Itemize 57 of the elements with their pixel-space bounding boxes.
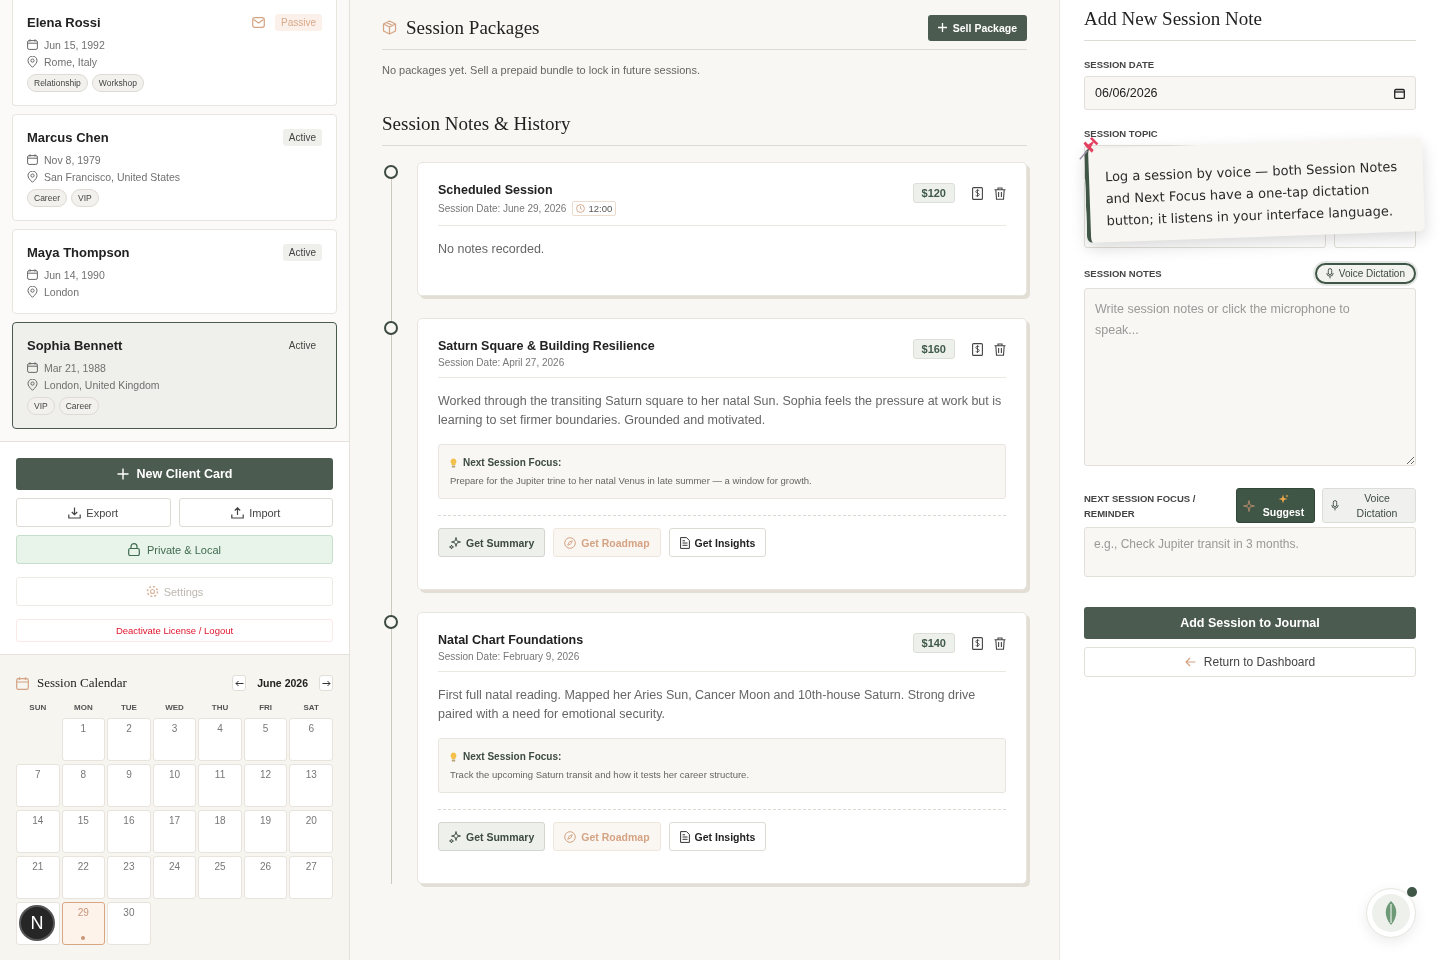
birth-date: Nov 8, 1979	[44, 153, 101, 166]
session-date: Session Date: February 9, 2026	[438, 651, 580, 662]
section-title: Session Packages	[406, 16, 540, 39]
client-tag: Workshop	[91, 74, 144, 92]
birth-date: Mar 21, 1988	[44, 361, 106, 374]
session-notes: First full natal reading. Mapped her Aries Sun, Cancer Moon and 10th-house Saturn. Strong drive paired with a need for emotional security.	[438, 687, 977, 723]
focus-text: Track the upcoming Saturn transit and how it tests her career structure.	[450, 769, 751, 780]
weekday-label: SUN	[28, 703, 48, 712]
client-location: Rome, Italy	[44, 55, 98, 68]
session-price: $160	[912, 339, 955, 359]
client-tag: Career	[27, 189, 67, 207]
focus-label: Next Session Focus:	[463, 457, 562, 468]
field-label: SESSION NOTES	[1084, 268, 1162, 279]
status-label: Active	[287, 338, 317, 353]
field-label: SESSION DATE	[1084, 59, 1156, 70]
section-title: Session Notes & History	[382, 112, 571, 135]
client-location: San Francisco, United States	[44, 170, 180, 183]
field-label: SESSION TOPIC	[1084, 128, 1159, 139]
session-time: 12:00	[572, 201, 617, 216]
focus-label: Next Session Focus:	[463, 751, 562, 762]
weekday-label: MON	[73, 703, 94, 712]
client-tag: VIP	[71, 189, 99, 207]
empty-state-text: No packages yet. Sell a prepaid bundle to lock in future sessions.	[382, 64, 701, 76]
client-name: Elena Rossi	[27, 14, 102, 30]
focus-text: Prepare for the Jupiter trine to her natal Venus in late summer — a window for growth.	[450, 475, 813, 486]
session-price: $140	[912, 633, 955, 653]
session-price: $120	[912, 183, 955, 203]
client-tag: VIP	[27, 397, 55, 415]
session-notes: Worked through the transiting Saturn square to her natal Sun. Sophia feels the pressure at work but is learning to set firmer boundaries. Grounded and motivated.	[438, 393, 1003, 429]
status-label: Active	[282, 243, 322, 261]
voice-tip-tooltip: Log a session by voice — both Session Notes and Next Focus have a one-tap dictation button; it listens in your interface language.	[1084, 137, 1426, 243]
session-title: Natal Chart Foundations	[438, 633, 585, 647]
weekday-label: TUE	[119, 703, 138, 712]
client-location: London, United Kingdom	[44, 378, 160, 391]
client-tag: Career	[58, 397, 99, 415]
weekday-label: WED	[164, 703, 185, 712]
client-name: Sophia Bennett	[27, 337, 124, 353]
session-title: Scheduled Session	[438, 183, 554, 197]
session-date: Session Date: June 29, 2026	[438, 203, 567, 214]
month-label: June 2026	[257, 677, 308, 689]
birth-date: Jun 14, 1990	[44, 268, 105, 281]
field-label: NEXT SESSION FOCUS / REMINDER	[1084, 491, 1197, 521]
form-title: Add New Session Note	[1084, 0, 1416, 41]
client-name: Marcus Chen	[27, 129, 110, 145]
calendar-title: Session Calendar	[37, 675, 127, 691]
status-label: Passive	[275, 13, 322, 31]
birth-date: Jun 15, 1992	[44, 38, 105, 51]
session-date: Session Date: April 27, 2026	[438, 357, 565, 368]
session-notes: No notes recorded.	[438, 241, 546, 258]
client-tag: Relationship	[27, 74, 88, 92]
client-location: London	[44, 285, 80, 298]
session-title: Saturn Square & Building Resilience	[438, 339, 656, 353]
weekday-label: FRI	[258, 703, 274, 712]
client-name: Maya Thompson	[27, 244, 131, 260]
weekday-label: THU	[210, 703, 230, 712]
weekday-label: SAT	[302, 703, 320, 712]
status-label: Active	[282, 128, 322, 146]
